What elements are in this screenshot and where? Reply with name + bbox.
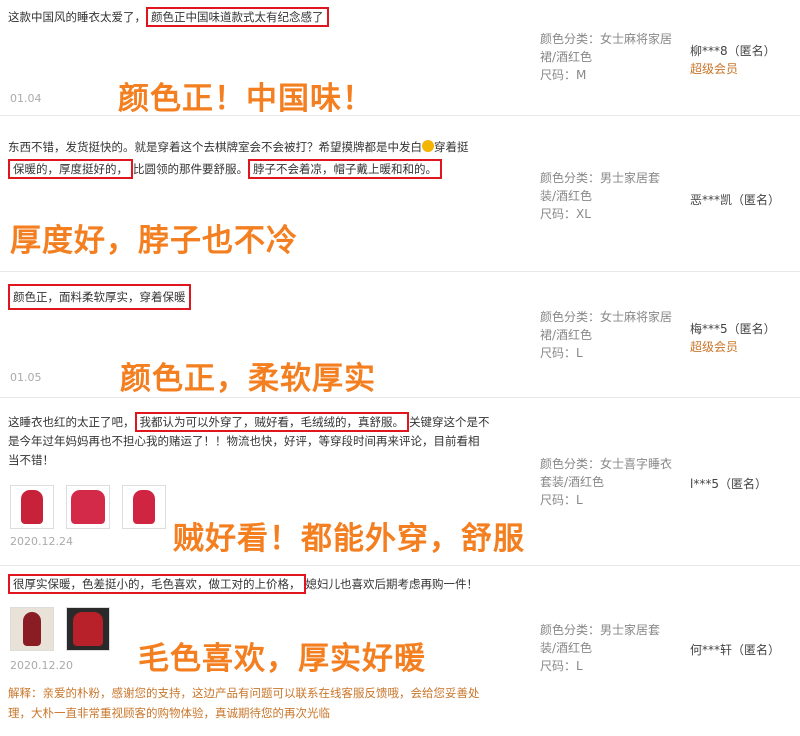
review-5: 很厚实保暖，色差挺小的，毛色喜欢，做工对的上价格， 媳妇儿也喜欢后期考虑再购一件！…	[0, 565, 800, 736]
review-photo[interactable]	[10, 607, 54, 651]
sku-color-cont: 装/酒红色	[540, 189, 593, 203]
review-text-plain: 关键穿这个是不	[409, 415, 490, 429]
seller-reply-line: 理，大朴一直非常重视顾客的购物体验，真诚期待您的再次光临	[8, 706, 330, 720]
grin-emoji-icon	[422, 140, 434, 152]
sku-color-cont: 装/酒红色	[540, 641, 593, 655]
review-photo[interactable]	[66, 485, 110, 529]
reviewer-name: 恶***凯（匿名）	[690, 193, 781, 207]
highlight-box: 脖子不会着凉，帽子戴上暖和和的。	[248, 159, 442, 179]
vip-badge: 超级会员	[690, 340, 739, 354]
review-photos	[10, 607, 110, 651]
review-date: 2020.12.24	[10, 535, 73, 548]
sku-size: 尺码：L	[540, 493, 583, 507]
sku-color: 颜色分类：女士喜字睡衣	[540, 457, 673, 471]
sku-info: 颜色分类：男士家居套 装/酒红色 尺码：L	[540, 621, 680, 675]
highlight-box: 颜色正中国味道款式太有纪念感了	[146, 7, 329, 27]
review-photo[interactable]	[122, 485, 166, 529]
sku-color-cont: 裙/酒红色	[540, 50, 593, 64]
review-text-line: 穿着挺	[434, 140, 469, 154]
review-text: 很厚实保暖，色差挺小的，毛色喜欢，做工对的上价格， 媳妇儿也喜欢后期考虑再购一件！	[8, 574, 479, 594]
review-text-plain: 比圆领的那件要舒服。	[133, 162, 248, 176]
reviewer-name: 梅***5（匿名）	[690, 322, 776, 336]
sku-size: 尺码：L	[540, 346, 583, 360]
review-date: 2020.12.20	[10, 659, 73, 672]
review-date: 01.04	[10, 92, 42, 105]
sku-size: 尺码：L	[540, 659, 583, 673]
highlight-box: 我都认为可以外穿了，贼好看，毛绒绒的，真舒服。	[134, 412, 409, 432]
highlight-banner: 厚度好，脖子也不冷	[10, 223, 298, 259]
review-text-line: 是今年过年妈妈再也不担心我的赌运了！！物流也快，好评，等穿段时间再来评论，目前看…	[8, 434, 480, 448]
reviewer-name: l***5（匿名）	[690, 477, 767, 491]
reviewer-name: 柳***8（匿名）	[690, 44, 776, 58]
sku-size: 尺码：XL	[540, 207, 591, 221]
highlight-banner: 毛色喜欢，厚实好暖	[138, 641, 426, 677]
review-4: 这睡衣也红的太正了吧， 我都认为可以外穿了，贼好看，毛绒绒的，真舒服。 关键穿这个是…	[0, 397, 800, 566]
sku-info: 颜色分类：女士喜字睡衣 套装/酒红色 尺码：L	[540, 455, 680, 509]
sku-info: 颜色分类：女士麻将家居 裙/酒红色 尺码：L	[540, 308, 680, 362]
highlight-banner: 贼好看！都能外穿，舒服	[173, 521, 525, 557]
seller-reply: 解释：亲爱的朴粉，感谢您的支持，这边产品有问题可以联系在线客服反馈哦，会给您妥善…	[8, 683, 488, 723]
review-text: 这款中国风的睡衣太爱了， 颜色正中国味道款式太有纪念感了	[8, 7, 329, 27]
review-text-plain: 这款中国风的睡衣太爱了，	[8, 10, 146, 24]
reviewer-name: 何***轩（匿名）	[690, 643, 781, 657]
sku-color-cont: 套装/酒红色	[540, 475, 605, 489]
sku-info: 颜色分类：女士麻将家居 裙/酒红色 尺码：M	[540, 30, 680, 84]
review-photo[interactable]	[66, 607, 110, 651]
sku-color: 颜色分类：女士麻将家居	[540, 310, 673, 324]
review-2: 东西不错，发货挺快的。就是穿着这个去棋牌室会不会被打？希望摸牌都是中发白 穿着挺 …	[0, 115, 800, 272]
review-photos	[10, 485, 166, 529]
vip-badge: 超级会员	[690, 62, 739, 76]
highlight-box: 保暖的，厚度挺好的，	[8, 159, 133, 179]
review-text-plain: 媳妇儿也喜欢后期考虑再购一件！	[305, 577, 479, 591]
review-text: 东西不错，发货挺快的。就是穿着这个去棋牌室会不会被打？希望摸牌都是中发白 穿着挺 …	[8, 138, 508, 179]
highlight-banner: 颜色正！中国味！	[118, 81, 374, 117]
review-text: 颜色正，面料柔软厚实，穿着保暖	[8, 284, 191, 310]
highlight-box: 颜色正，面料柔软厚实，穿着保暖	[8, 284, 191, 310]
sku-info: 颜色分类：男士家居套 装/酒红色 尺码：XL	[540, 169, 680, 223]
review-text-line: 当不错！	[8, 453, 54, 467]
sku-color: 颜色分类：女士麻将家居	[540, 32, 673, 46]
review-3: 颜色正，面料柔软厚实，穿着保暖 01.05 颜色分类：女士麻将家居 裙/酒红色 …	[0, 271, 800, 398]
sku-color-cont: 裙/酒红色	[540, 328, 593, 342]
review-photo[interactable]	[10, 485, 54, 529]
review-1: 这款中国风的睡衣太爱了， 颜色正中国味道款式太有纪念感了 01.04 颜色分类：女…	[0, 0, 800, 117]
sku-size: 尺码：M	[540, 68, 587, 82]
review-text-plain: 这睡衣也红的太正了吧，	[8, 415, 135, 429]
review-text: 这睡衣也红的太正了吧， 我都认为可以外穿了，贼好看，毛绒绒的，真舒服。 关键穿这个是…	[8, 412, 508, 470]
sku-color: 颜色分类：男士家居套	[540, 171, 661, 185]
seller-reply-line: 解释：亲爱的朴粉，感谢您的支持，这边产品有问题可以联系在线客服反馈哦，会给您妥善…	[8, 686, 480, 700]
sku-color: 颜色分类：男士家居套	[540, 623, 661, 637]
highlight-box: 很厚实保暖，色差挺小的，毛色喜欢，做工对的上价格，	[8, 574, 306, 594]
highlight-banner: 颜色正，柔软厚实	[120, 361, 376, 397]
review-date: 01.05	[10, 371, 42, 384]
review-text-line: 东西不错，发货挺快的。就是穿着这个去棋牌室会不会被打？希望摸牌都是中发白	[8, 140, 422, 154]
